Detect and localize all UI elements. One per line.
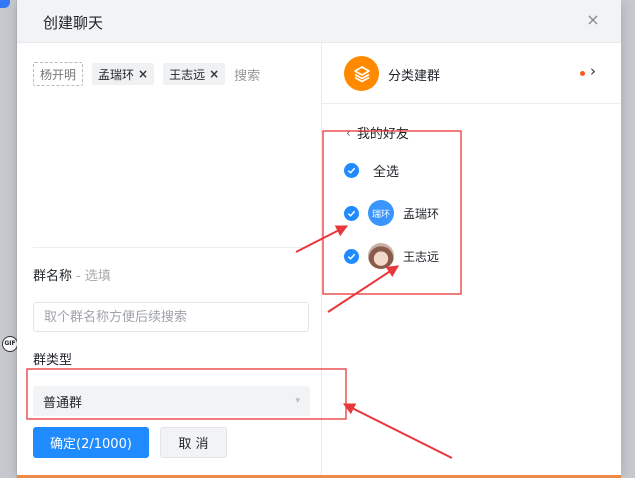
select-all-row[interactable]: 全选 xyxy=(344,161,399,180)
group-type-value: 普通群 xyxy=(43,395,83,411)
category-group-row[interactable]: 分类建群 › xyxy=(322,43,621,103)
category-group-label: 分类建群 xyxy=(388,69,441,84)
close-icon[interactable]: × xyxy=(583,10,603,30)
check-icon[interactable] xyxy=(344,205,359,221)
right-panel: 分类建群 › ‹ 我的好友 全选 瑞环 孟瑞环 王志远 xyxy=(322,43,621,476)
check-icon[interactable] xyxy=(344,248,359,264)
remove-member-icon[interactable]: × xyxy=(209,67,219,81)
group-name-label-text: 群名称 xyxy=(33,269,73,284)
gif-badge[interactable]: GIF xyxy=(2,336,18,352)
dialog-title: 创建聊天 xyxy=(43,14,104,32)
avatar: 瑞环 xyxy=(368,200,394,226)
member-chip-label: 孟瑞环 xyxy=(98,67,135,82)
friend-name: 王志远 xyxy=(403,249,440,264)
group-type-label: 群类型 xyxy=(33,353,73,368)
check-icon[interactable] xyxy=(344,163,359,178)
friend-name: 孟瑞环 xyxy=(403,206,440,221)
member-chip: 孟瑞环 × xyxy=(92,63,155,85)
friends-group-label: 我的好友 xyxy=(356,127,409,142)
member-chip-label: 王志远 xyxy=(169,67,206,82)
layers-icon xyxy=(344,56,379,91)
chevron-left-icon: ‹ xyxy=(346,125,351,140)
left-panel: 杨开明 孟瑞环 × 王志远 × 搜索 群名称- 选填 群类型 普通群 ▾ 确定(… xyxy=(17,43,321,476)
back-to-friends[interactable]: ‹ 我的好友 xyxy=(346,123,409,143)
member-chip-fixed: 杨开明 xyxy=(33,62,84,86)
confirm-button[interactable]: 确定(2/1000) xyxy=(33,427,149,458)
create-chat-dialog: 创建聊天 × 杨开明 孟瑞环 × 王志远 × 搜索 群名称- 选填 群类型 普通… xyxy=(17,0,621,476)
selected-members: 杨开明 孟瑞环 × 王志远 × 搜索 xyxy=(33,61,260,87)
member-chip-label: 杨开明 xyxy=(40,67,77,82)
friend-row[interactable]: 王志远 xyxy=(344,243,439,269)
background-app xyxy=(0,0,16,478)
select-all-label: 全选 xyxy=(373,165,400,180)
group-type-select[interactable]: 普通群 ▾ xyxy=(33,386,310,416)
cancel-button[interactable]: 取 消 xyxy=(160,427,227,458)
avatar xyxy=(368,243,394,269)
group-name-input[interactable] xyxy=(33,302,309,332)
remove-member-icon[interactable]: × xyxy=(138,67,148,81)
optional-hint: - 选填 xyxy=(76,269,111,284)
chevron-down-icon: ▾ xyxy=(295,396,300,406)
group-name-label: 群名称 - 选填 xyxy=(33,265,111,284)
chevron-right-icon: › xyxy=(590,62,596,80)
notification-dot xyxy=(580,71,585,76)
divider xyxy=(33,247,311,248)
divider xyxy=(322,103,621,104)
dialog-header: 创建聊天 × xyxy=(17,0,621,43)
friend-row[interactable]: 瑞环 孟瑞环 xyxy=(344,200,439,226)
member-search-input[interactable]: 搜索 xyxy=(234,65,260,84)
background-app-right xyxy=(620,0,635,478)
member-chip: 王志远 × xyxy=(163,63,226,85)
